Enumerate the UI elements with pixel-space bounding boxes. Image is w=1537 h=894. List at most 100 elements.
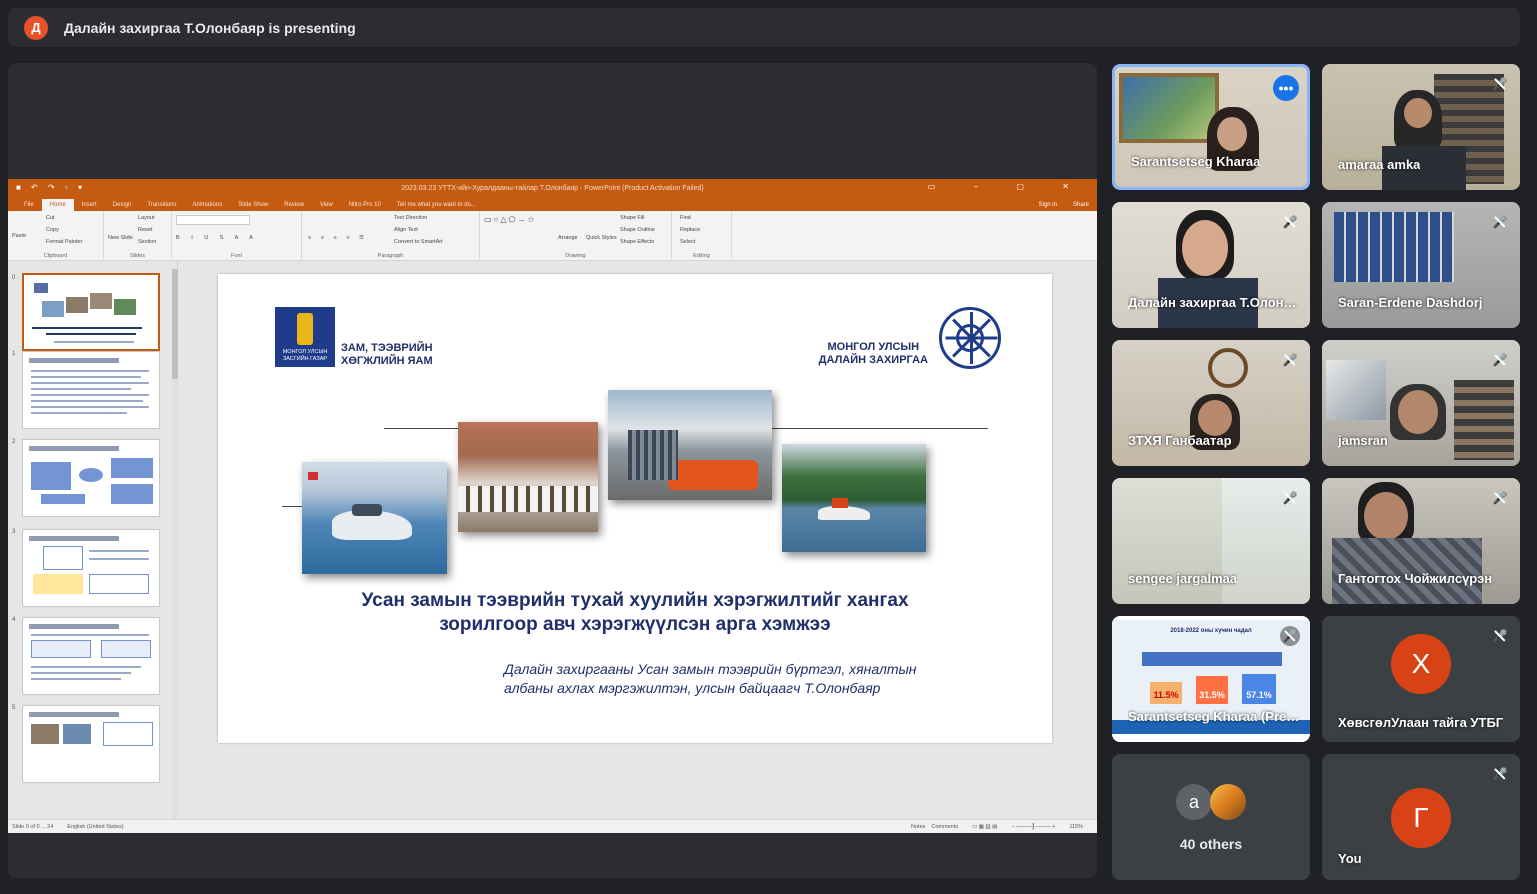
notes-button[interactable]: Notes bbox=[911, 824, 925, 830]
thumb-number: 4 bbox=[12, 617, 16, 623]
participant-name: Гантогтох Чойжилсүрэн bbox=[1338, 571, 1493, 586]
tab-slideshow[interactable]: Slide Show bbox=[230, 202, 276, 211]
copy-button[interactable]: Copy bbox=[46, 227, 59, 233]
text-direction-button[interactable]: Text Direction bbox=[394, 215, 427, 221]
self-name: You bbox=[1338, 851, 1362, 866]
zoom-slider[interactable]: − ────┃──── + bbox=[1011, 824, 1055, 830]
cut-button[interactable]: Cut bbox=[46, 215, 55, 221]
presenting-text: Далайн захиргаа Т.Олонбаяр is presenting bbox=[64, 19, 356, 36]
shape-effects-button[interactable]: Shape Effects bbox=[620, 239, 654, 245]
muted-mic-icon: 🎤 bbox=[1490, 626, 1510, 646]
participant-tile[interactable]: 🎤 sengee jargalmaa bbox=[1112, 478, 1310, 604]
select-button[interactable]: Select bbox=[680, 239, 695, 245]
editing-group: Find Replace Select Editing bbox=[672, 211, 732, 261]
participant-tile[interactable]: ••• Sarantsetseg Kharaa bbox=[1112, 64, 1310, 190]
slide-thumbnail[interactable] bbox=[22, 705, 160, 783]
zoom-level[interactable]: 115% bbox=[1069, 824, 1083, 830]
current-slide[interactable]: МОНГОЛ УЛСЫН ЗАСГИЙН ГАЗАР ЗАМ, ТЭЭВРИЙН… bbox=[218, 274, 1052, 743]
arrange-button[interactable]: Arrange bbox=[558, 235, 578, 241]
drawing-label: Drawing bbox=[565, 253, 586, 259]
layout-button[interactable]: Layout bbox=[138, 215, 155, 221]
meeting-photo bbox=[458, 422, 598, 532]
slide-thumbnail[interactable] bbox=[22, 617, 160, 695]
slides-label: Slides bbox=[130, 253, 145, 259]
tab-animations[interactable]: Animations bbox=[185, 202, 231, 211]
participant-name: Saran-Erdene Dashdorj bbox=[1338, 295, 1483, 310]
slide-subtitle: Далайн захиргааны Усан замын тээврийн бү… bbox=[504, 661, 917, 696]
ship-dock-photo bbox=[608, 390, 772, 500]
more-options-button[interactable]: ••• bbox=[1273, 75, 1299, 101]
tab-view[interactable]: View bbox=[312, 202, 341, 211]
slide-thumbnail[interactable] bbox=[22, 273, 160, 351]
drawing-group: ▭○△⬠→☆ Arrange Quick Styles Shape Fill S… bbox=[480, 211, 672, 261]
align-text-button[interactable]: Align Text bbox=[394, 227, 418, 233]
ppt-status-bar: Slide 0 of 0 ... 24 English (United Stat… bbox=[8, 819, 1097, 833]
convert-smartart-button[interactable]: Convert to SmartArt bbox=[394, 239, 443, 245]
reset-button[interactable]: Reset bbox=[138, 227, 152, 233]
self-tile[interactable]: Г 🎤 You bbox=[1322, 754, 1520, 880]
language-indicator[interactable]: English (United States) bbox=[67, 824, 123, 830]
others-tile[interactable]: а 40 others bbox=[1112, 754, 1310, 880]
paragraph-group: Text Direction Align Text Convert to Sma… bbox=[302, 211, 480, 261]
muted-mic-icon: 🎤 bbox=[1280, 212, 1300, 232]
shape-fill-button[interactable]: Shape Fill bbox=[620, 215, 644, 221]
participant-tile[interactable]: 🎤 ЗТХЯ Ганбаатар bbox=[1112, 340, 1310, 466]
participant-tile[interactable]: 🎤 jamsran bbox=[1322, 340, 1520, 466]
tab-insert[interactable]: Insert bbox=[74, 202, 105, 211]
font-group: B I U S A A Font bbox=[172, 211, 302, 261]
tab-transitions[interactable]: Transitions bbox=[139, 202, 184, 211]
tab-design[interactable]: Design bbox=[105, 202, 140, 211]
font-name-select[interactable] bbox=[176, 215, 250, 225]
others-avatar: а bbox=[1176, 784, 1212, 820]
paste-button[interactable]: Paste bbox=[12, 233, 26, 239]
tab-nitro[interactable]: Nitro Pro 10 bbox=[341, 202, 389, 211]
replace-button[interactable]: Replace bbox=[680, 227, 700, 233]
quick-styles-button[interactable]: Quick Styles bbox=[586, 235, 617, 241]
shapes-gallery[interactable]: ▭○△⬠→☆ bbox=[484, 215, 537, 224]
font-format-buttons[interactable]: B I U S A A bbox=[176, 235, 258, 241]
participant-name: jamsran bbox=[1338, 433, 1388, 448]
boat-photo bbox=[302, 462, 447, 574]
new-slide-button[interactable]: New Slide bbox=[108, 235, 133, 241]
find-button[interactable]: Find bbox=[680, 215, 691, 221]
tab-file[interactable]: File bbox=[16, 202, 42, 211]
section-button[interactable]: Section bbox=[138, 239, 156, 245]
participant-name: ХөвсгөлУлаан тайга УТБГ bbox=[1338, 715, 1504, 730]
sign-in-link[interactable]: Sign in bbox=[1031, 202, 1065, 211]
slide-thumbnail[interactable] bbox=[22, 439, 160, 517]
slide-thumbnail[interactable] bbox=[22, 351, 160, 429]
rescue-boat-photo bbox=[782, 444, 926, 552]
thumbnail-scrollbar[interactable] bbox=[172, 269, 178, 819]
thumb-number: 5 bbox=[12, 705, 16, 711]
tell-me-search[interactable]: Tell me what you want to do... bbox=[389, 202, 484, 211]
tab-home[interactable]: Home bbox=[41, 199, 74, 211]
ministry-name: ЗАМ, ТЭЭВРИЙН ХӨГЖЛИЙН ЯАМ bbox=[341, 342, 433, 367]
others-count: 40 others bbox=[1179, 836, 1243, 852]
shape-outline-button[interactable]: Shape Outline bbox=[620, 227, 655, 233]
others-avatar-photo bbox=[1210, 784, 1246, 820]
slide-count: Slide 0 of 0 ... 24 bbox=[12, 823, 54, 830]
slide-thumbnails-panel: 0 1 2 3 4 5 bbox=[8, 261, 178, 819]
format-painter-button[interactable]: Format Painter bbox=[46, 239, 82, 245]
slide-thumbnail[interactable] bbox=[22, 529, 160, 607]
align-buttons[interactable]: ≡ ≡ ≡ ≡ ☰ bbox=[308, 235, 368, 241]
view-buttons[interactable]: ▭ ▦ ▥ ▤ bbox=[972, 824, 997, 830]
share-button[interactable]: Share bbox=[1065, 202, 1097, 211]
participant-name: amaraa amka bbox=[1338, 157, 1421, 172]
thumb-number: 3 bbox=[12, 529, 16, 535]
comments-button[interactable]: Comments bbox=[931, 824, 958, 830]
quick-access-icons[interactable]: ■ ↶ ↷ ▫ ▾ bbox=[16, 183, 86, 192]
thumb-number: 0 bbox=[12, 275, 16, 281]
ppt-ribbon: Paste Cut Copy Format Painter Clipboard … bbox=[8, 211, 1097, 261]
participant-tile[interactable]: 🎤 Далайн захиргаа Т.Олонбаяр bbox=[1112, 202, 1310, 328]
participant-tile[interactable]: Х 🎤 ХөвсгөлУлаан тайга УТБГ bbox=[1322, 616, 1520, 742]
window-controls[interactable]: ▭ − ▢ ✕ bbox=[928, 182, 1087, 191]
slide-editor: МОНГОЛ УЛСЫН ЗАСГИЙН ГАЗАР ЗАМ, ТЭЭВРИЙН… bbox=[179, 261, 1097, 819]
participant-tile[interactable]: 🎤 Гантогтох Чойжилсүрэн bbox=[1322, 478, 1520, 604]
participant-tile[interactable]: 🎤 Saran-Erdene Dashdorj bbox=[1322, 202, 1520, 328]
preview-value-1: 11.5% bbox=[1153, 690, 1179, 700]
tab-review[interactable]: Review bbox=[276, 202, 312, 211]
thumb-number: 1 bbox=[12, 351, 16, 357]
participant-tile[interactable]: 🎤 amaraa amka bbox=[1322, 64, 1520, 190]
presentation-tile[interactable]: 2018-2022 оны хүчин чадал 11.5% 31.5% 57… bbox=[1112, 616, 1310, 742]
